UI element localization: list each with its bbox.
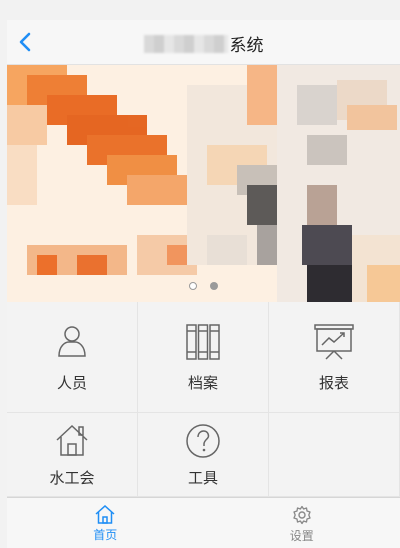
tab-home-label: 首页 — [93, 526, 117, 543]
gear-icon — [292, 505, 312, 525]
menu-item-tools[interactable]: 工具 — [138, 413, 269, 497]
page-title: 系统 — [7, 31, 400, 56]
tab-settings[interactable]: 设置 — [204, 498, 400, 548]
menu-label-tools: 工具 — [138, 467, 268, 488]
banner-carousel[interactable] — [7, 65, 400, 302]
redacted-title-mosaic — [144, 35, 228, 53]
menu-label-personnel: 人员 — [7, 372, 137, 393]
house-icon — [55, 423, 89, 457]
person-icon — [57, 324, 87, 358]
question-circle-icon — [185, 423, 221, 459]
menu-item-reports[interactable]: 报表 — [269, 302, 400, 413]
menu-item-archives[interactable]: 档案 — [138, 302, 269, 413]
menu-item-personnel[interactable]: 人员 — [7, 302, 138, 413]
tab-settings-label: 设置 — [290, 527, 314, 544]
carousel-dot-2[interactable] — [210, 282, 218, 290]
function-grid: 人员 档案 报表 — [7, 302, 400, 497]
page-title-suffix: 系统 — [230, 36, 264, 56]
carousel-dot-1[interactable] — [189, 282, 197, 290]
home-icon — [95, 505, 115, 524]
navigation-bar: 系统 — [7, 20, 400, 65]
menu-label-water-union: 水工会 — [7, 467, 137, 488]
menu-item-empty — [269, 413, 400, 497]
tab-home[interactable]: 首页 — [7, 498, 204, 548]
banner-image — [7, 65, 400, 302]
archive-binders-icon — [186, 324, 220, 360]
menu-label-reports: 报表 — [269, 372, 399, 393]
bottom-tab-bar: 首页 设置 — [7, 497, 400, 548]
menu-item-water-union[interactable]: 水工会 — [7, 413, 138, 497]
carousel-indicators — [7, 282, 400, 290]
menu-label-archives: 档案 — [138, 372, 268, 393]
chart-presentation-icon — [314, 324, 354, 360]
